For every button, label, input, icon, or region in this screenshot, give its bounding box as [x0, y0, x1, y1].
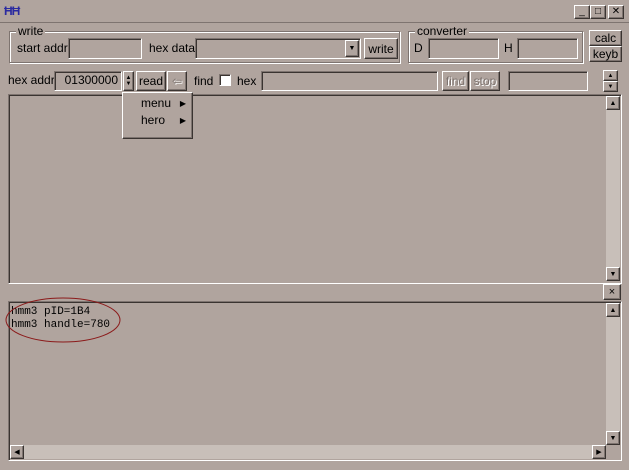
calc-button[interactable]: calc: [589, 30, 622, 46]
menu-item-label: menu: [141, 96, 172, 110]
console-scroll-left[interactable]: ◀: [10, 445, 24, 459]
console-scroll-right[interactable]: ▶: [592, 445, 606, 459]
console-close-button[interactable]: ×: [603, 284, 621, 300]
keyb-button-label: keyb: [592, 47, 619, 61]
read-button[interactable]: read: [136, 71, 166, 91]
calc-button-label: calc: [594, 31, 617, 45]
find-input[interactable]: [261, 71, 438, 91]
keyb-button[interactable]: keyb: [589, 46, 622, 62]
start-addr-input[interactable]: [68, 38, 142, 59]
close-button[interactable]: ✕: [608, 5, 624, 19]
arrow-left-icon: ◀: [14, 448, 20, 456]
hex-checkbox[interactable]: [219, 74, 231, 86]
app-logo-icon: ĦĦ: [4, 4, 20, 18]
menu-item-menu[interactable]: menu ▶: [123, 95, 192, 112]
app-window: { "window": { "title": "", "icon": "app-…: [0, 0, 629, 470]
minimize-icon: _: [579, 6, 585, 17]
titlebar-divider: [0, 22, 629, 23]
scroll-up-button[interactable]: ▲: [603, 70, 618, 81]
write-group-title: write: [16, 24, 46, 38]
arrow-down-icon: ▼: [609, 270, 617, 278]
hex-input[interactable]: [517, 38, 578, 59]
arrow-right-icon: ▶: [596, 448, 602, 456]
console-vscrollbar[interactable]: ▲ ▼: [606, 303, 620, 445]
memory-view-scrollbar[interactable]: ▲ ▼: [606, 96, 620, 281]
highlight-ellipse: [5, 297, 121, 343]
start-addr-label: start addr: [17, 41, 68, 55]
back-button[interactable]: ⇦: [167, 71, 187, 91]
spin-down-icon: ▼: [125, 81, 132, 87]
arrow-down-icon: ▼: [607, 83, 614, 90]
hex-addr-spinner[interactable]: ▲ ▼: [123, 71, 134, 91]
hex-addr-input[interactable]: 01300000: [54, 71, 122, 91]
menu-item-hero[interactable]: hero ▶: [123, 112, 192, 129]
find-button[interactable]: find: [442, 71, 469, 91]
back-arrow-icon: ⇦: [171, 74, 183, 88]
hex-checkbox-label: hex: [237, 74, 257, 88]
arrow-down-icon: ▼: [609, 434, 617, 442]
hex-label: H: [504, 41, 513, 55]
chevron-down-icon: ▼: [348, 45, 356, 52]
console-scroll-up[interactable]: ▲: [606, 303, 620, 317]
scroll-down-button[interactable]: ▼: [603, 81, 618, 92]
minimize-button[interactable]: _: [574, 5, 590, 19]
console-hscrollbar[interactable]: ◀ ▶: [10, 445, 606, 459]
write-button-label: write: [368, 41, 394, 56]
menu-item-label: hero: [141, 113, 166, 127]
hex-data-dropdown-button[interactable]: ▼: [345, 40, 359, 57]
submenu-arrow-icon: ▶: [179, 116, 186, 125]
arrow-up-icon: ▲: [607, 72, 614, 79]
memory-scroll-up[interactable]: ▲: [606, 96, 620, 110]
arrow-up-icon: ▲: [609, 306, 617, 314]
hex-addr-label: hex addr: [8, 73, 55, 87]
hex-data-label: hex data: [149, 41, 196, 55]
find-button-label: find: [445, 74, 466, 88]
find-label: find: [194, 74, 214, 88]
stop-button-label: stop: [473, 74, 497, 88]
maximize-icon: □: [594, 6, 602, 17]
popup-menu: menu ▶ hero ▶: [122, 92, 193, 139]
maximize-button[interactable]: □: [590, 5, 606, 19]
hex-data-combo[interactable]: ▼: [195, 38, 361, 59]
title-bar[interactable]: ĦĦ _ □ ✕: [0, 0, 629, 22]
console-scroll-down[interactable]: ▼: [606, 431, 620, 445]
memory-view-pane[interactable]: ▲ ▼: [8, 94, 622, 284]
decimal-input[interactable]: [428, 38, 499, 59]
read-button-label: read: [138, 74, 164, 88]
close-icon: ×: [608, 286, 616, 298]
decimal-label: D: [414, 41, 423, 55]
status-field: [508, 71, 588, 91]
converter-group-title: converter: [415, 24, 470, 38]
close-icon: ✕: [611, 6, 621, 17]
submenu-arrow-icon: ▶: [179, 99, 186, 108]
stop-button[interactable]: stop: [470, 71, 500, 91]
write-button[interactable]: write: [364, 38, 398, 59]
memory-scroll-down[interactable]: ▼: [606, 267, 620, 281]
arrow-up-icon: ▲: [609, 99, 617, 107]
